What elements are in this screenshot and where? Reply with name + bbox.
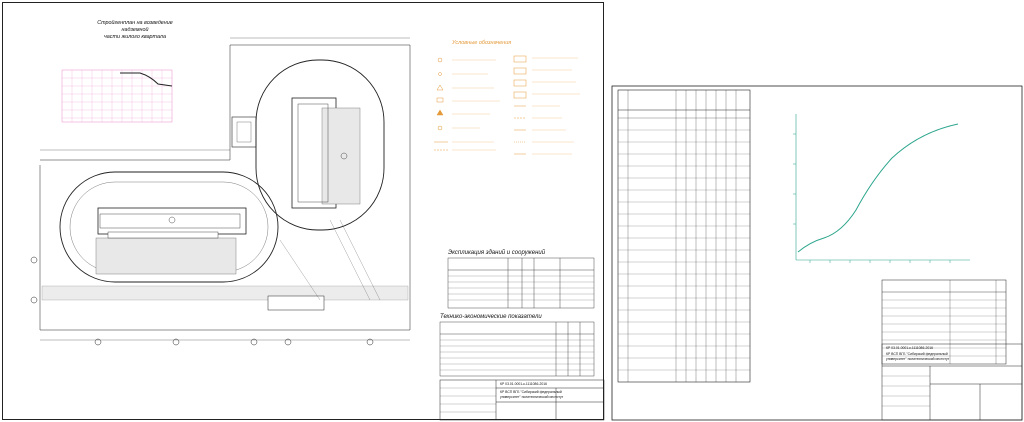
building-1 bbox=[95, 207, 247, 275]
cumulative-curve-chart bbox=[793, 114, 970, 263]
schedule-drawing bbox=[611, 85, 1023, 421]
sheet-schedule: КР 03.01.0001-к-1111086-2016 КР ВСП ВГБ … bbox=[610, 84, 1024, 422]
stamp2-line-2: КР ВСП ВГБ "Сибирский федеральный bbox=[886, 352, 948, 356]
building-2 bbox=[291, 97, 361, 209]
tep-title: Технико-экономические показатели bbox=[440, 314, 542, 320]
explication-table bbox=[447, 257, 595, 309]
site-plan-drawing bbox=[30, 37, 605, 421]
schedule-table bbox=[617, 89, 751, 383]
tep-table bbox=[439, 321, 595, 377]
stamp-code: КР 03.01.0001-к-1111086-2016 bbox=[500, 382, 548, 386]
sheet-site-plan: Стройгенплан на возведение надземной час… bbox=[0, 0, 606, 422]
title-block-stamp bbox=[439, 379, 605, 421]
stamp2-code: КР 03.01.0001-к-1111086-2016 bbox=[886, 346, 934, 350]
explication-title: Экспликация зданий и сооружений bbox=[448, 250, 546, 256]
lower-road bbox=[41, 285, 409, 311]
stamp-line-2: КР ВСП ВГБ "Сибирский федеральный bbox=[500, 390, 562, 394]
stamp2-line-3: университет" политехнический институт bbox=[886, 357, 950, 361]
stamp-line-3: университет" политехнический институт bbox=[500, 395, 564, 399]
legend-symbols bbox=[434, 55, 580, 155]
storage-building bbox=[231, 116, 257, 148]
mini-chart bbox=[61, 69, 173, 123]
legend-title: Условные обозначения bbox=[452, 40, 512, 46]
